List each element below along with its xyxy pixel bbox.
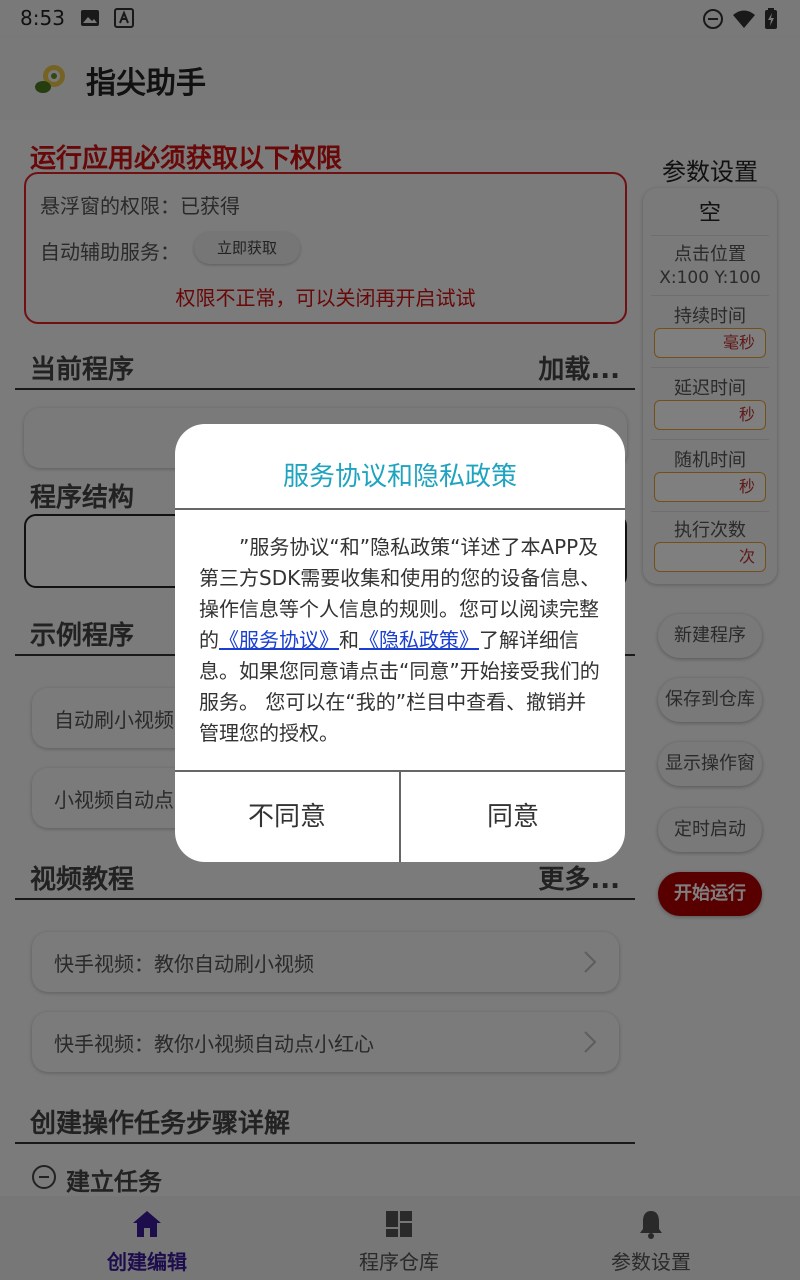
agree-button[interactable]: 同意 (401, 772, 625, 862)
dialog-title: 服务协议和隐私政策 (282, 462, 517, 492)
privacy-policy-link[interactable]: 《隐私政策》 (359, 628, 479, 652)
disagree-button[interactable]: 不同意 (175, 772, 399, 862)
privacy-dialog: 服务协议和隐私政策 ”服务协议“和”隐私政策“详述了本APP及第三方SDK需要收… (175, 424, 625, 862)
dialog-body: ”服务协议“和”隐私政策“详述了本APP及第三方SDK需要收集和使用的您的设备信… (199, 532, 603, 749)
dialog-and-text: 和 (339, 628, 359, 652)
service-agreement-link[interactable]: 《服务协议》 (219, 628, 339, 652)
dialog-divider (175, 508, 625, 510)
